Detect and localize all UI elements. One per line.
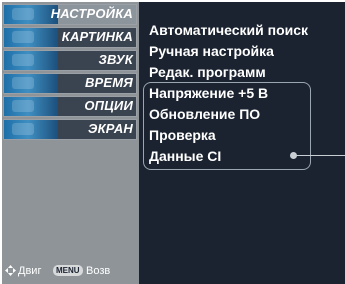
osd-menu: НАСТРОЙКА КАРТИНКА ЗВУК ВРЕМЯ ОПЦИИ ЭКРА… bbox=[2, 2, 345, 284]
submenu-item-ci-data[interactable]: Данные CI bbox=[149, 148, 221, 164]
sidebar-item-label: ЭКРАН bbox=[88, 121, 133, 136]
sidebar-item-label: ОПЦИИ bbox=[84, 98, 133, 113]
clock-icon bbox=[4, 74, 58, 93]
sidebar-item-label: ВРЕМЯ bbox=[84, 75, 133, 90]
sidebar-item-picture[interactable]: КАРТИНКА bbox=[3, 27, 137, 48]
submenu-item-edit-programs[interactable]: Редак. программ bbox=[149, 64, 266, 80]
sidebar-item-sound[interactable]: ЗВУК bbox=[3, 50, 137, 71]
sidebar-item-options[interactable]: ОПЦИИ bbox=[3, 96, 137, 117]
submenu-item-software-update[interactable]: Обновление ПО bbox=[149, 106, 260, 122]
sidebar-item-label: НАСТРОЙКА bbox=[50, 6, 133, 21]
sidebar-item-time[interactable]: ВРЕМЯ bbox=[3, 73, 137, 94]
menu-key-icon: MENU bbox=[53, 265, 83, 276]
pointer-dot bbox=[290, 152, 297, 159]
sidebar-item-label: КАРТИНКА bbox=[61, 29, 133, 44]
submenu-item-check[interactable]: Проверка bbox=[149, 127, 216, 143]
sidebar-item-setup[interactable]: НАСТРОЙКА bbox=[3, 4, 137, 25]
submenu-item-auto-search[interactable]: Автоматический поиск bbox=[149, 22, 308, 38]
submenu: Автоматический поиск Ручная настройка Ре… bbox=[143, 2, 345, 284]
sound-icon bbox=[4, 51, 58, 70]
footer-hints: Двиг MENU Возв bbox=[2, 262, 139, 282]
sidebar: НАСТРОЙКА КАРТИНКА ЗВУК ВРЕМЯ ОПЦИИ ЭКРА… bbox=[2, 2, 139, 284]
submenu-item-manual-setup[interactable]: Ручная настройка bbox=[149, 43, 274, 59]
pointer-line bbox=[294, 155, 345, 156]
screen-icon bbox=[4, 120, 58, 139]
picture-icon bbox=[4, 28, 58, 47]
options-icon bbox=[4, 97, 58, 116]
back-hint: Возв bbox=[86, 265, 111, 277]
navigate-arrows-icon bbox=[5, 265, 16, 276]
sidebar-item-label: ЗВУК bbox=[98, 52, 133, 67]
submenu-item-voltage[interactable]: Напряжение +5 В bbox=[149, 85, 268, 101]
navigate-hint: Двиг bbox=[18, 265, 42, 277]
sidebar-item-screen[interactable]: ЭКРАН bbox=[3, 119, 137, 140]
